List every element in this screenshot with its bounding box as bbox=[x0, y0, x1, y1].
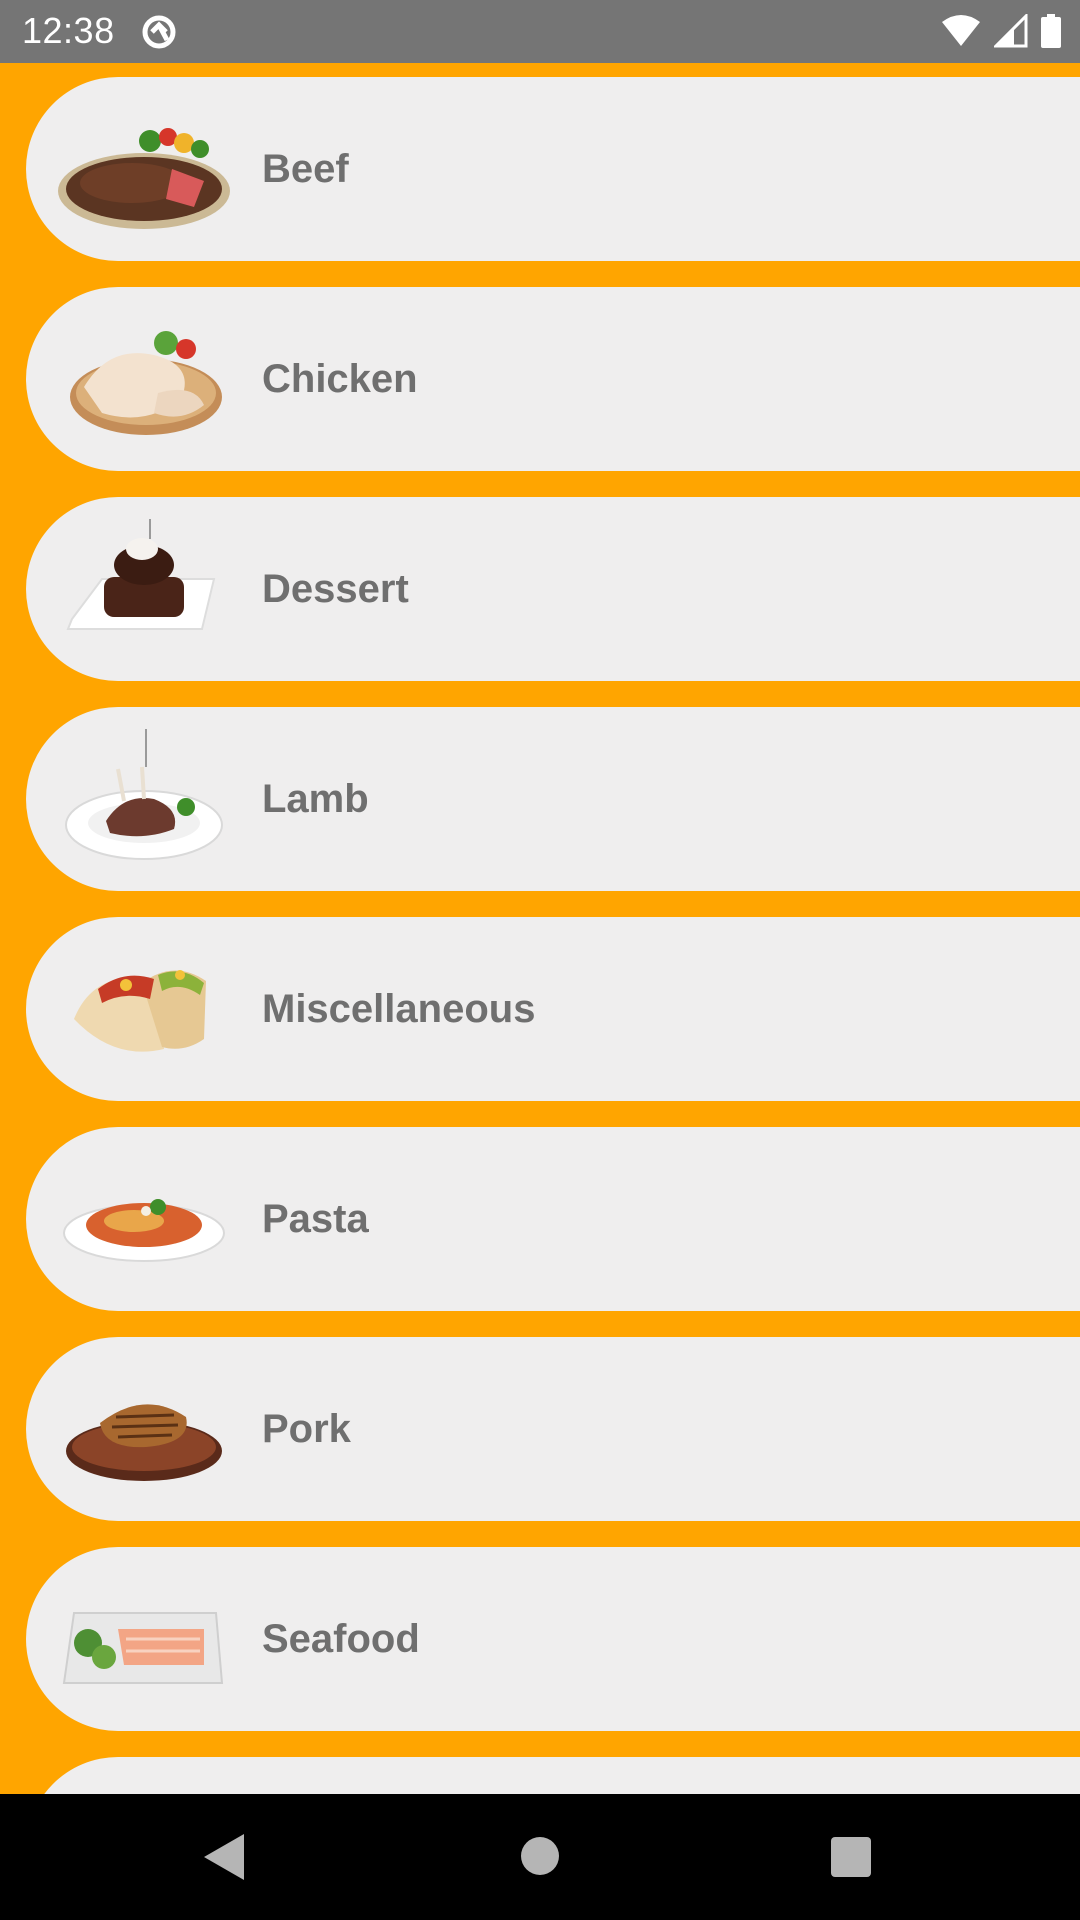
pasta-image bbox=[54, 1149, 234, 1289]
app-notification-icon bbox=[140, 13, 178, 56]
category-label: Seafood bbox=[262, 1617, 420, 1661]
status-bar: 12:38 bbox=[0, 0, 1080, 63]
category-label: Beef bbox=[262, 147, 349, 191]
wifi-icon bbox=[942, 15, 981, 46]
category-label: Chicken bbox=[262, 357, 418, 401]
category-card-miscellaneous[interactable]: Miscellaneous bbox=[26, 917, 1080, 1101]
pork-chop-image bbox=[54, 1359, 234, 1499]
cellular-signal-icon bbox=[991, 12, 1028, 48]
home-icon[interactable] bbox=[520, 1836, 560, 1876]
category-list[interactable]: Beef Chicken Dessert Lamb Miscellaneous … bbox=[0, 63, 1080, 1794]
category-card-lamb[interactable]: Lamb bbox=[26, 707, 1080, 891]
tacos-image bbox=[54, 939, 234, 1079]
recents-icon[interactable] bbox=[830, 1836, 872, 1878]
category-card-beef[interactable]: Beef bbox=[26, 77, 1080, 261]
back-icon[interactable] bbox=[202, 1832, 246, 1882]
category-label: Pasta bbox=[262, 1197, 369, 1241]
category-card-dessert[interactable]: Dessert bbox=[26, 497, 1080, 681]
category-label: Miscellaneous bbox=[262, 987, 536, 1031]
salmon-plate-image bbox=[54, 1569, 234, 1709]
steak-image bbox=[54, 99, 234, 239]
category-card-chicken[interactable]: Chicken bbox=[26, 287, 1080, 471]
category-card-pork[interactable]: Pork bbox=[26, 1337, 1080, 1521]
chocolate-cake-image bbox=[54, 519, 234, 659]
status-time: 12:38 bbox=[22, 10, 115, 51]
category-label: Lamb bbox=[262, 777, 369, 821]
navigation-bar bbox=[0, 1794, 1080, 1920]
lamb-chops-image bbox=[54, 729, 234, 869]
category-card-pasta[interactable]: Pasta bbox=[26, 1127, 1080, 1311]
category-card-partial[interactable] bbox=[26, 1757, 1080, 1794]
category-label: Dessert bbox=[262, 567, 409, 611]
battery-icon bbox=[1041, 14, 1061, 48]
category-card-seafood[interactable]: Seafood bbox=[26, 1547, 1080, 1731]
category-label: Pork bbox=[262, 1407, 351, 1451]
chicken-image bbox=[54, 309, 234, 449]
